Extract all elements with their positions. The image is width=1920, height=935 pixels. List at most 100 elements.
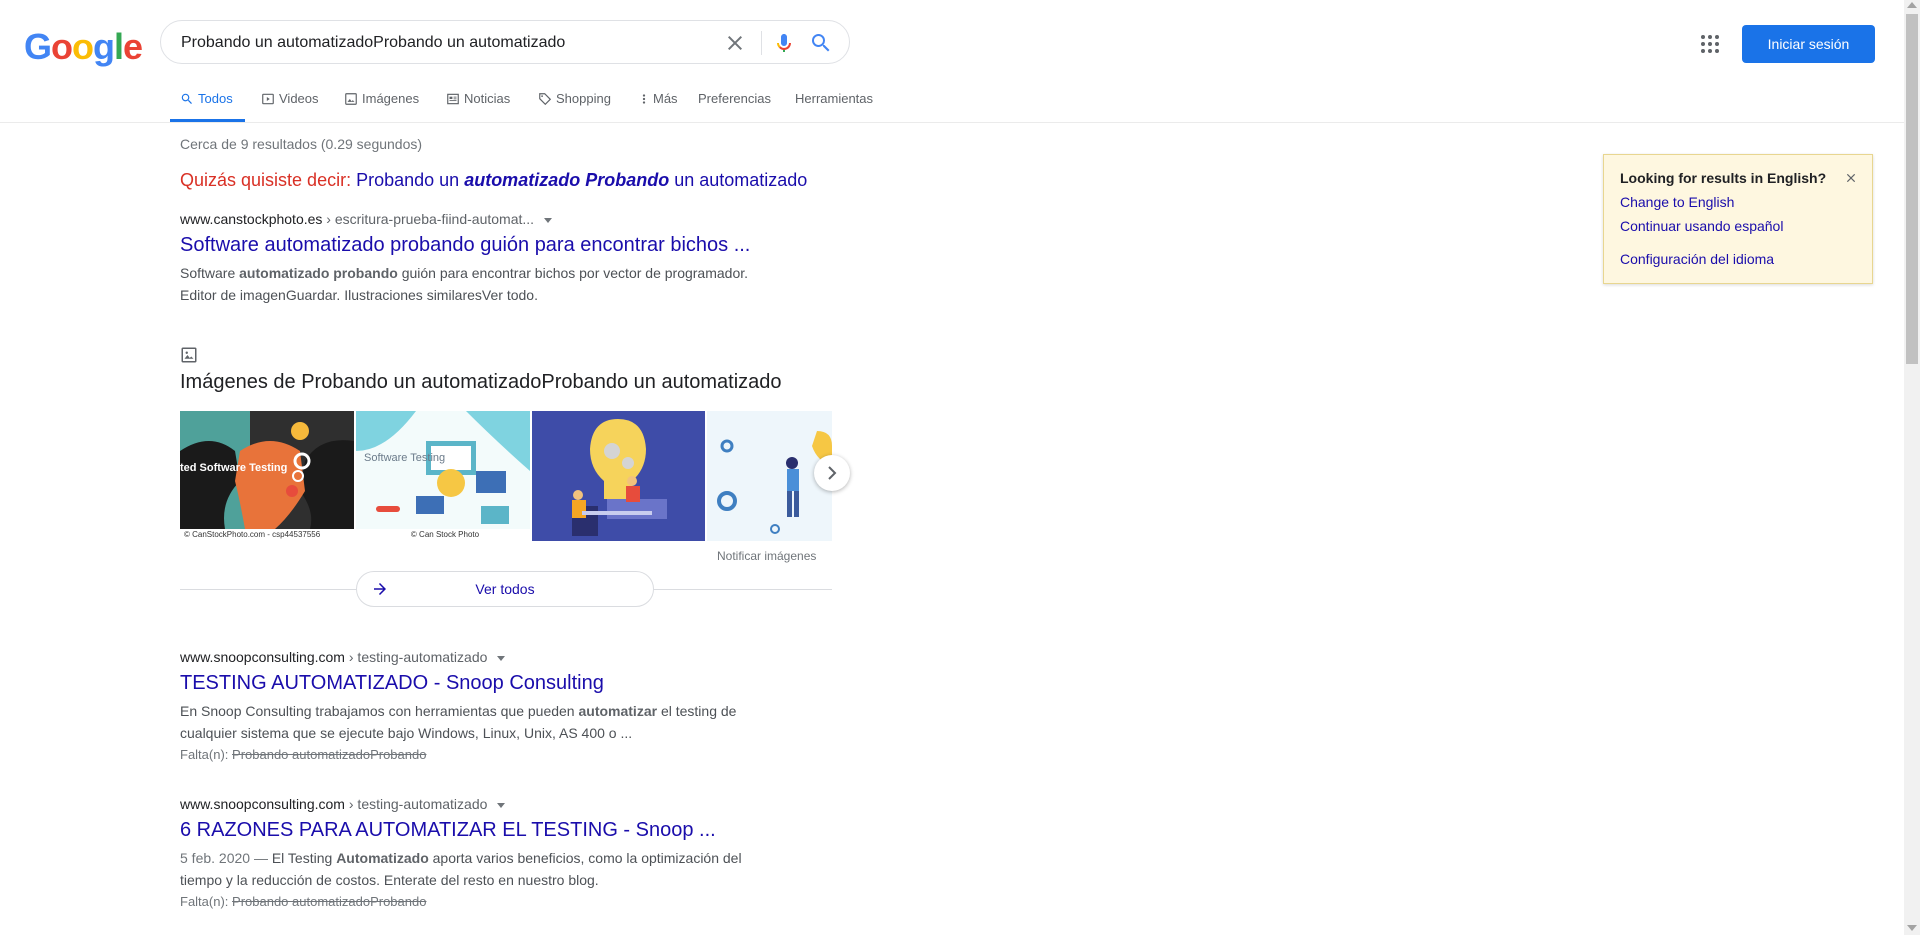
tab-label: Noticias bbox=[464, 91, 511, 106]
tab-label: Todos bbox=[198, 91, 233, 106]
result-stats: Cerca de 9 resultados (0.29 segundos) bbox=[180, 136, 423, 152]
search-box bbox=[160, 20, 850, 64]
logo-letter: l bbox=[114, 26, 124, 67]
search-input[interactable] bbox=[181, 31, 701, 55]
logo-letter: G bbox=[24, 26, 52, 67]
tab-herramientas[interactable]: Herramientas bbox=[795, 86, 873, 122]
tab-label: Videos bbox=[279, 91, 319, 106]
image-icon bbox=[181, 347, 197, 363]
tab-label: Preferencias bbox=[698, 91, 771, 106]
tab-mas[interactable]: Más bbox=[639, 86, 678, 122]
snippet-text: El Testing bbox=[271, 850, 337, 866]
image-thumbnail[interactable] bbox=[532, 411, 705, 541]
result-snippet: En Snoop Consulting trabajamos con herra… bbox=[180, 700, 780, 744]
missing-terms-struck: Probando automatizadoProbando bbox=[232, 894, 427, 909]
missing-terms-struck: Probando automatizadoProbando bbox=[232, 747, 427, 762]
microphone-icon[interactable] bbox=[772, 31, 796, 55]
change-to-english-link[interactable]: Change to English bbox=[1620, 194, 1734, 210]
result-domain: www.snoopconsulting.com bbox=[180, 796, 345, 812]
images-heading: Imágenes de Probando un automatizadoProb… bbox=[180, 371, 782, 393]
tab-shopping[interactable]: Shopping bbox=[538, 86, 611, 122]
report-images-link[interactable]: Notificar imágenes bbox=[717, 549, 816, 563]
tab-label: Más bbox=[653, 91, 678, 106]
search-divider bbox=[761, 31, 762, 55]
missing-terms: Falta(n): Probando automatizadoProbando bbox=[180, 747, 426, 762]
result-cite[interactable]: www.canstockphoto.es › escritura-prueba-… bbox=[180, 211, 553, 227]
caret-down-icon[interactable] bbox=[497, 802, 506, 808]
scroll-down-arrow-icon[interactable] bbox=[1907, 925, 1917, 931]
tab-noticias[interactable]: Noticias bbox=[446, 86, 510, 122]
news-icon bbox=[447, 93, 459, 104]
tab-todos[interactable]: Todos bbox=[170, 86, 245, 122]
result-snippet: 5 feb. 2020 — El Testing Automatizado ap… bbox=[180, 847, 780, 891]
thumb-overlay-text: ted Software Testing bbox=[180, 462, 287, 474]
result-snippet: Software automatizado probando guión par… bbox=[180, 262, 780, 306]
snippet-text: En Snoop Consulting trabajamos con herra… bbox=[180, 703, 579, 719]
carousel-next-button[interactable] bbox=[814, 455, 850, 491]
scroll-up-arrow-icon[interactable] bbox=[1907, 2, 1917, 8]
thumb-overlay-text: Software Testing bbox=[364, 452, 445, 464]
chevron-right-icon bbox=[828, 466, 837, 480]
signin-button[interactable]: Iniciar sesión bbox=[1742, 25, 1875, 63]
caret-down-icon[interactable] bbox=[497, 655, 506, 661]
tab-label: Imágenes bbox=[362, 91, 420, 106]
view-all-label: Ver todos bbox=[475, 581, 535, 597]
thumbnail-illustration bbox=[532, 411, 705, 541]
missing-label: Falta(n): bbox=[180, 747, 229, 762]
close-icon[interactable] bbox=[1844, 171, 1858, 185]
did-you-mean: Quizás quisiste decir: Probando un autom… bbox=[180, 170, 807, 191]
logo-letter: o bbox=[72, 26, 94, 67]
result-title-link[interactable]: 6 RAZONES PARA AUTOMATIZAR EL TESTING - … bbox=[180, 819, 716, 842]
google-logo[interactable]: Google bbox=[24, 26, 143, 68]
more-vert-icon bbox=[642, 93, 646, 104]
result-path: › testing-automatizado bbox=[344, 796, 488, 812]
clear-icon[interactable] bbox=[723, 31, 747, 55]
snippet-emphasis: automatizado probando bbox=[239, 265, 398, 281]
thumbnail-illustration: ted Software Testing bbox=[180, 411, 354, 541]
continue-spanish-link[interactable]: Continuar usando español bbox=[1620, 218, 1783, 234]
image-thumbnail[interactable]: ted Software Testing © CanStockPhoto.com… bbox=[180, 411, 354, 541]
image-carousel: ted Software Testing © CanStockPhoto.com… bbox=[180, 411, 832, 541]
dym-part: un automatizado bbox=[669, 170, 808, 190]
logo-letter: o bbox=[51, 26, 73, 67]
result-title-link[interactable]: Software automatizado probando guión par… bbox=[180, 234, 750, 257]
thumb-caption: © Can Stock Photo bbox=[356, 529, 530, 541]
logo-letter: g bbox=[93, 26, 115, 67]
logo-letter: e bbox=[123, 26, 143, 67]
result-cite[interactable]: www.snoopconsulting.com › testing-automa… bbox=[180, 796, 506, 812]
scrollbar-thumb[interactable] bbox=[1906, 14, 1918, 364]
language-settings-link[interactable]: Configuración del idioma bbox=[1620, 251, 1774, 267]
dym-part: Probando un bbox=[356, 170, 465, 190]
thumb-caption: © CanStockPhoto.com - csp44537556 bbox=[180, 529, 354, 541]
caret-down-icon[interactable] bbox=[544, 217, 553, 223]
result-cite[interactable]: www.snoopconsulting.com › testing-automa… bbox=[180, 649, 506, 665]
dym-part-emphasis: automatizado Probando bbox=[464, 170, 670, 190]
image-icon bbox=[345, 92, 357, 105]
language-suggestion-panel: Looking for results in English? Change t… bbox=[1603, 154, 1873, 284]
apps-grid-icon[interactable] bbox=[1698, 32, 1722, 56]
missing-terms: Falta(n): Probando automatizadoProbando bbox=[180, 894, 426, 909]
tab-videos[interactable]: Videos bbox=[261, 86, 319, 122]
tab-imagenes[interactable]: Imágenes bbox=[344, 86, 419, 122]
result-path: › escritura-prueba-fiind-automat... bbox=[322, 211, 535, 227]
view-all-button[interactable]: Ver todos bbox=[356, 571, 654, 607]
snippet-text: Software bbox=[180, 265, 240, 281]
result-path: › testing-automatizado bbox=[344, 649, 488, 665]
tab-preferencias[interactable]: Preferencias bbox=[698, 86, 771, 122]
snippet-date: 5 feb. 2020 — bbox=[180, 850, 272, 866]
language-panel-title: Looking for results in English? bbox=[1620, 170, 1827, 186]
tab-label: Shopping bbox=[556, 91, 611, 106]
result-title-link[interactable]: TESTING AUTOMATIZADO - Snoop Consulting bbox=[180, 672, 604, 695]
snippet-emphasis: Automatizado bbox=[336, 850, 429, 866]
search-icon bbox=[181, 93, 192, 104]
did-you-mean-label: Quizás quisiste decir: bbox=[180, 170, 352, 190]
result-domain: www.snoopconsulting.com bbox=[180, 649, 345, 665]
thumbnail-illustration: Software Testing bbox=[356, 411, 530, 541]
image-thumbnail[interactable]: Software Testing © Can Stock Photo bbox=[356, 411, 530, 541]
header: Google Iniciar sesión Todos Videos Imáge… bbox=[0, 0, 1904, 123]
tab-label: Herramientas bbox=[795, 91, 874, 106]
missing-label: Falta(n): bbox=[180, 894, 229, 909]
did-you-mean-link[interactable]: Probando un automatizado Probando un aut… bbox=[356, 170, 807, 190]
search-icon[interactable] bbox=[809, 31, 833, 55]
result-domain: www.canstockphoto.es bbox=[180, 211, 323, 227]
